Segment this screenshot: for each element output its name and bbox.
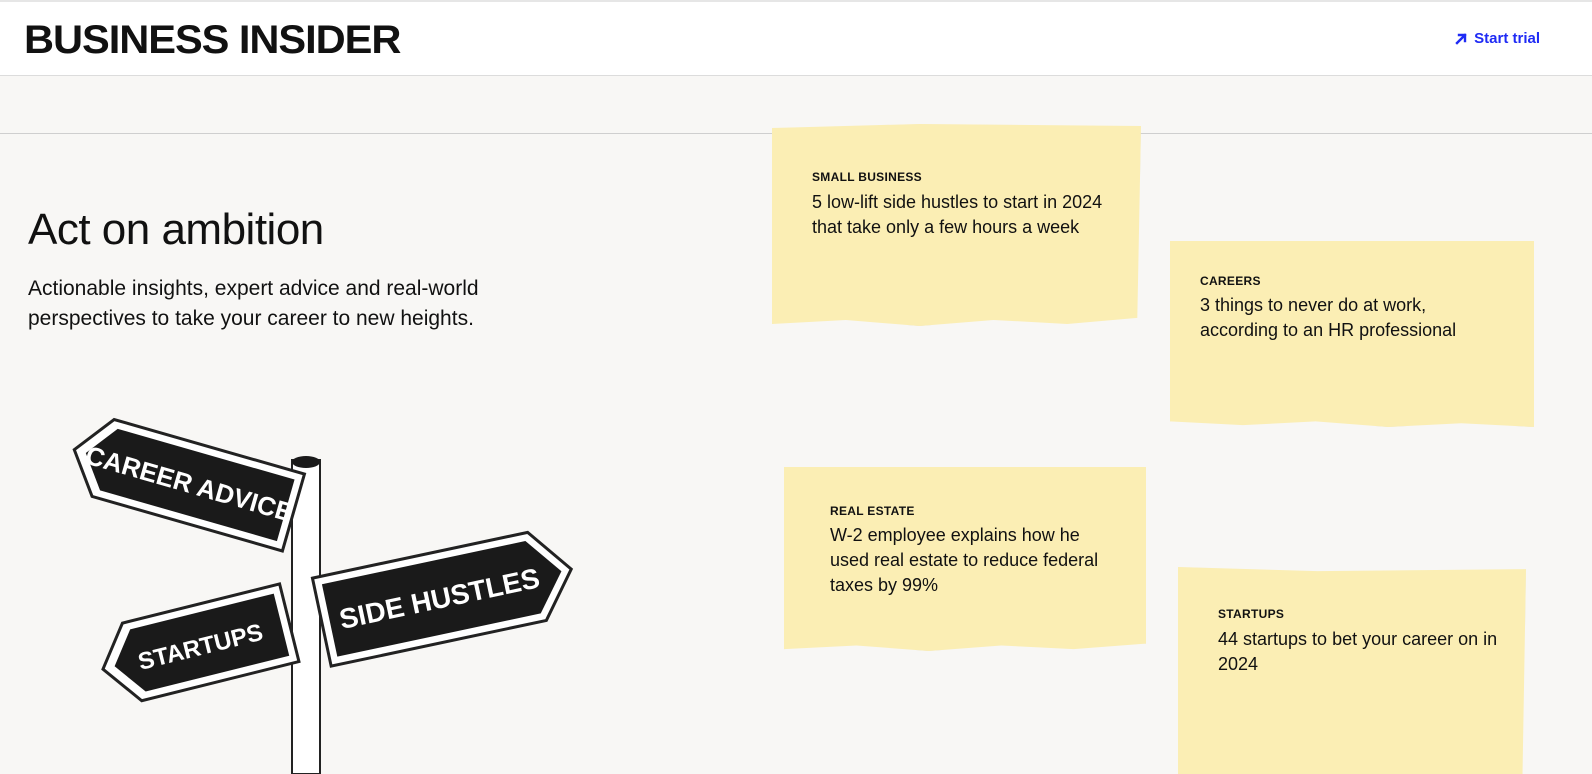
article-kicker: STARTUPS xyxy=(1218,607,1285,621)
article-card-small-business[interactable]: SMALL BUSINESS 5 low-lift side hustles t… xyxy=(772,124,1141,326)
hero-title: Act on ambition xyxy=(28,205,324,254)
article-headline[interactable]: 3 things to never do at work, according … xyxy=(1200,293,1500,343)
arrow-up-right-icon xyxy=(1455,32,1467,45)
site-header: BUSINESS INSIDER Start trial xyxy=(0,0,1592,76)
business-insider-logo[interactable]: BUSINESS INSIDER xyxy=(24,16,401,64)
signpost-image: CAREER ADVICE SIDE HUSTLES STARTUPS xyxy=(72,417,574,774)
article-kicker: REAL ESTATE xyxy=(830,504,915,518)
start-trial-label: Start trial xyxy=(1474,30,1540,47)
article-card-careers[interactable]: CAREERS 3 things to never do at work, ac… xyxy=(1170,241,1534,427)
article-card-startups[interactable]: STARTUPS 44 startups to bet your career … xyxy=(1178,567,1526,774)
article-headline[interactable]: W-2 employee explains how he used real e… xyxy=(830,523,1120,598)
sign-startups: STARTUPS xyxy=(101,582,301,703)
article-headline[interactable]: 44 startups to bet your career on in 202… xyxy=(1218,627,1508,677)
article-kicker: SMALL BUSINESS xyxy=(812,170,922,184)
start-trial-link[interactable]: Start trial xyxy=(1454,30,1540,47)
nav-strip xyxy=(0,76,1592,134)
article-headline[interactable]: 5 low-lift side hustles to start in 2024… xyxy=(812,190,1112,240)
article-kicker: CAREERS xyxy=(1200,274,1261,288)
hero-subtitle: Actionable insights, expert advice and r… xyxy=(28,277,479,330)
sign-career-advice: CAREER ADVICE xyxy=(72,417,307,553)
article-card-real-estate[interactable]: REAL ESTATE W-2 employee explains how he… xyxy=(784,467,1146,651)
sign-side-hustles: SIDE HUSTLES xyxy=(310,530,574,668)
